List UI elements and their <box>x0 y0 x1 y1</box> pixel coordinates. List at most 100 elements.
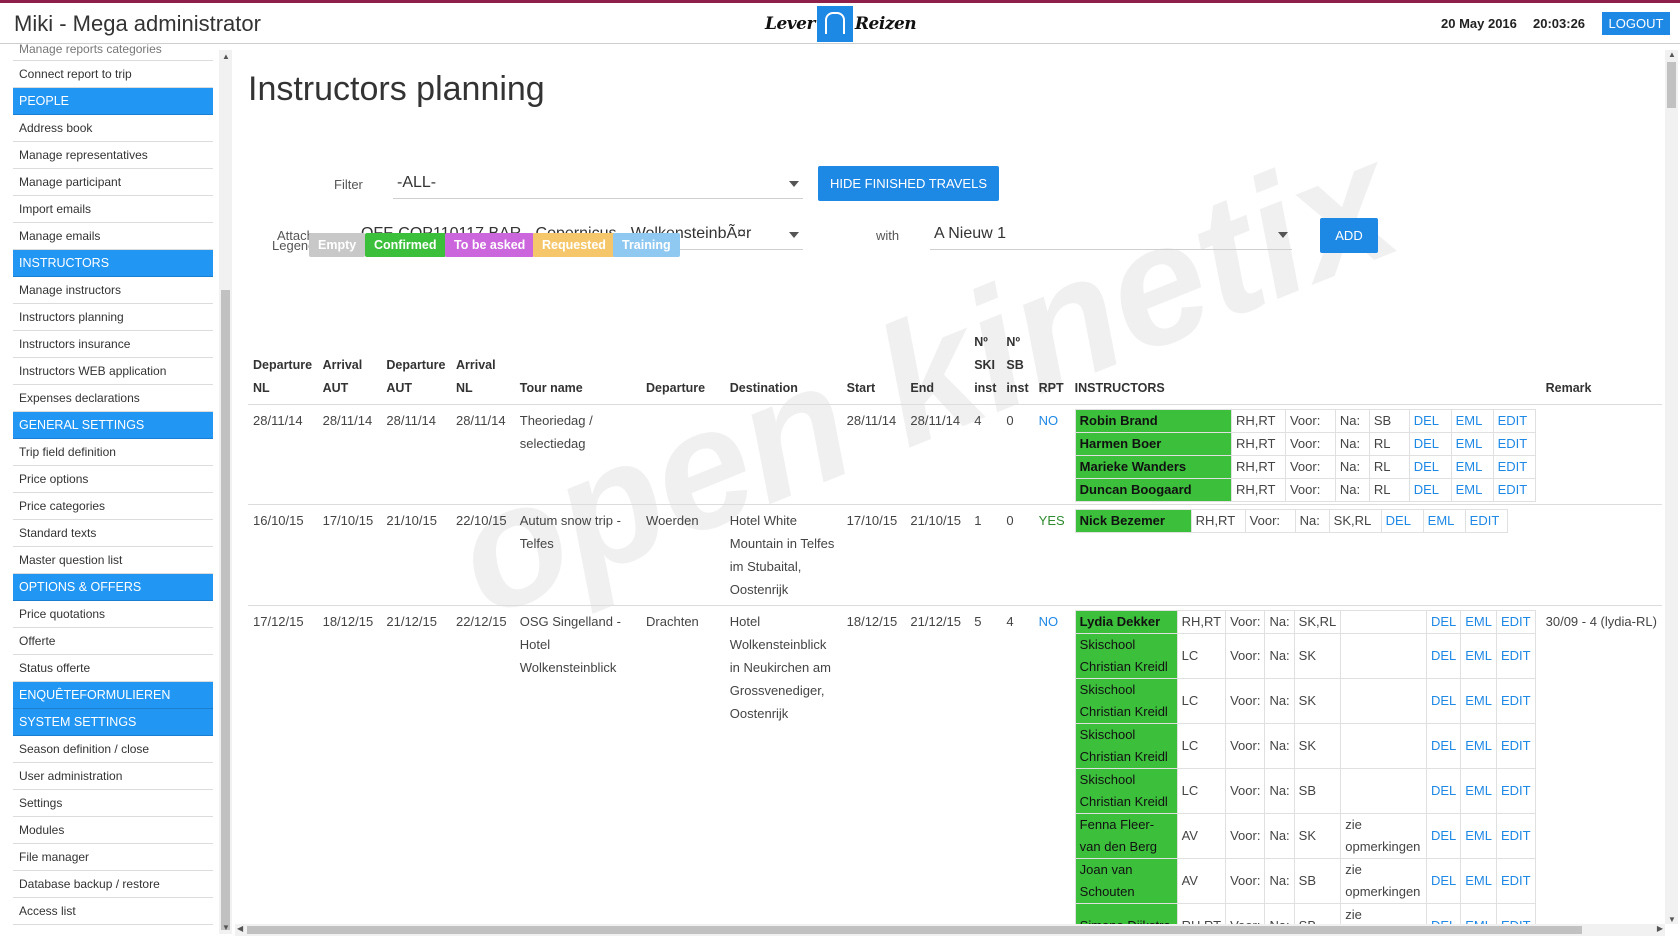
sidebar-item-status-offerte[interactable]: Status offerte <box>13 655 213 682</box>
sidebar-section-enqu-teformulieren[interactable]: ENQUÊTEFORMULIEREN <box>13 682 213 709</box>
instructor-name[interactable]: Robin Brand <box>1074 409 1233 433</box>
add-button[interactable]: ADD <box>1320 218 1378 253</box>
edit-link[interactable]: EDIT <box>1501 828 1531 843</box>
eml-link[interactable]: EML <box>1465 693 1492 708</box>
filter-select[interactable]: -ALL- <box>393 169 803 199</box>
sidebar-section-people[interactable]: PEOPLE <box>13 88 213 115</box>
del-link[interactable]: DEL <box>1386 513 1411 528</box>
sidebar-item-trip-field-definition[interactable]: Trip field definition <box>13 439 213 466</box>
instructor-name[interactable]: Skischool Christian Kreidl <box>1074 633 1178 679</box>
instructor-name[interactable]: Duncan Boogaard <box>1074 478 1233 502</box>
sidebar-item-settings[interactable]: Settings <box>13 790 213 817</box>
sidebar-item-price-quotations[interactable]: Price quotations <box>13 601 213 628</box>
eml-link[interactable]: EML <box>1456 413 1483 428</box>
sidebar-item-expenses-declarations[interactable]: Expenses declarations <box>13 385 213 412</box>
sidebar-item-modules[interactable]: Modules <box>13 817 213 844</box>
edit-link[interactable]: EDIT <box>1501 693 1531 708</box>
page-vertical-scrollbar[interactable]: ▲ ▼ <box>1665 50 1678 924</box>
del-link[interactable]: DEL <box>1414 459 1439 474</box>
sidebar-section-system-settings[interactable]: SYSTEM SETTINGS <box>13 709 213 736</box>
logout-button[interactable]: LOGOUT <box>1602 12 1670 35</box>
sidebar-item-connect-report-to-trip[interactable]: Connect report to trip <box>13 61 213 88</box>
del-link[interactable]: DEL <box>1431 738 1456 753</box>
eml-link[interactable]: EML <box>1456 459 1483 474</box>
del-link[interactable]: DEL <box>1431 828 1456 843</box>
del-link[interactable]: DEL <box>1431 873 1456 888</box>
sidebar-section-options-offers[interactable]: OPTIONS & OFFERS <box>13 574 213 601</box>
sidebar-item-manage-representatives[interactable]: Manage representatives <box>13 142 213 169</box>
instructor-name[interactable]: Skischool Christian Kreidl <box>1074 678 1178 724</box>
eml-link[interactable]: EML <box>1465 738 1492 753</box>
eml-link[interactable]: EML <box>1428 513 1455 528</box>
eml-link[interactable]: EML <box>1456 436 1483 451</box>
eml-link[interactable]: EML <box>1465 828 1492 843</box>
scroll-right-icon[interactable]: ▶ <box>1657 924 1663 933</box>
sidebar-scrollbar[interactable]: ▲ ▼ <box>219 50 232 934</box>
brand-logo[interactable]: Lever Reizen <box>765 6 917 42</box>
scroll-left-icon[interactable]: ◀ <box>237 924 243 933</box>
sidebar-scroll-thumb[interactable] <box>221 290 230 930</box>
instructor-name[interactable]: Harmen Boer <box>1074 432 1233 456</box>
page-horizontal-scrollbar[interactable]: ◀ ▶ <box>235 924 1665 936</box>
instructor-name[interactable]: Skischool Christian Kreidl <box>1074 768 1178 814</box>
edit-link[interactable]: EDIT <box>1470 513 1500 528</box>
hide-finished-travels-button[interactable]: HIDE FINISHED TRAVELS <box>818 166 999 201</box>
instructor-name[interactable]: Marieke Wanders <box>1074 455 1233 479</box>
sidebar-item-manage-participant[interactable]: Manage participant <box>13 169 213 196</box>
page-scroll-thumb[interactable] <box>1667 62 1676 108</box>
scroll-up-icon[interactable]: ▲ <box>222 52 230 61</box>
sidebar-section-general-settings[interactable]: GENERAL SETTINGS <box>13 412 213 439</box>
sidebar-item-master-question-list[interactable]: Master question list <box>13 547 213 574</box>
del-link[interactable]: DEL <box>1431 693 1456 708</box>
sidebar-section-instructors[interactable]: INSTRUCTORS <box>13 250 213 277</box>
edit-link[interactable]: EDIT <box>1501 648 1531 663</box>
instructor-name[interactable]: Nick Bezemer <box>1074 509 1192 533</box>
edit-link[interactable]: EDIT <box>1501 783 1531 798</box>
sidebar-item-access-list[interactable]: Access list <box>13 898 213 925</box>
sidebar-item-address-book[interactable]: Address book <box>13 115 213 142</box>
edit-link[interactable]: EDIT <box>1501 738 1531 753</box>
instructor-name[interactable]: Joan van Schouten <box>1074 858 1178 904</box>
sidebar-item-manage-instructors[interactable]: Manage instructors <box>13 277 213 304</box>
sidebar-item-import-emails[interactable]: Import emails <box>13 196 213 223</box>
eml-link[interactable]: EML <box>1465 783 1492 798</box>
del-link[interactable]: DEL <box>1414 436 1439 451</box>
edit-link[interactable]: EDIT <box>1498 413 1528 428</box>
sidebar-item-standard-texts[interactable]: Standard texts <box>13 520 213 547</box>
sidebar-item-manage-reports-categories[interactable]: Manage reports categories <box>13 44 213 61</box>
page-hscroll-thumb[interactable] <box>247 926 1582 934</box>
edit-link[interactable]: EDIT <box>1498 459 1528 474</box>
del-link[interactable]: DEL <box>1431 783 1456 798</box>
eml-link[interactable]: EML <box>1456 482 1483 497</box>
sidebar-item-instructors-insurance[interactable]: Instructors insurance <box>13 331 213 358</box>
scroll-up-icon[interactable]: ▲ <box>1668 50 1676 59</box>
sidebar-item-price-categories[interactable]: Price categories <box>13 493 213 520</box>
del-link[interactable]: DEL <box>1414 482 1439 497</box>
del-link[interactable]: DEL <box>1431 614 1456 629</box>
sidebar-item-offerte[interactable]: Offerte <box>13 628 213 655</box>
eml-link[interactable]: EML <box>1465 648 1492 663</box>
instructor-name[interactable]: Lydia Dekker <box>1074 610 1178 634</box>
sidebar-item-database-backup-restore[interactable]: Database backup / restore <box>13 871 213 898</box>
eml-link[interactable]: EML <box>1465 614 1492 629</box>
instructor-name[interactable]: Skischool Christian Kreidl <box>1074 723 1178 769</box>
scroll-down-icon[interactable]: ▼ <box>1668 915 1676 924</box>
edit-link[interactable]: EDIT <box>1498 436 1528 451</box>
edit-link[interactable]: EDIT <box>1501 614 1531 629</box>
edit-link[interactable]: EDIT <box>1501 873 1531 888</box>
eml-link[interactable]: EML <box>1465 873 1492 888</box>
with-select[interactable]: A Nieuw 1 <box>930 220 1292 250</box>
sidebar-item-instructors-planning[interactable]: Instructors planning <box>13 304 213 331</box>
scroll-down-icon[interactable]: ▼ <box>222 923 230 932</box>
sidebar-item-user-administration[interactable]: User administration <box>13 763 213 790</box>
sidebar-item-manage-emails[interactable]: Manage emails <box>13 223 213 250</box>
sidebar-item-file-manager[interactable]: File manager <box>13 844 213 871</box>
sidebar-item-instructors-web-application[interactable]: Instructors WEB application <box>13 358 213 385</box>
edit-link[interactable]: EDIT <box>1498 482 1528 497</box>
instructor-name[interactable]: Simone Dijkstra <box>1074 903 1178 924</box>
instructor-name[interactable]: Fenna Fleer- van den Berg <box>1074 813 1178 859</box>
sidebar-item-season-definition-close[interactable]: Season definition / close <box>13 736 213 763</box>
sidebar-item-price-options[interactable]: Price options <box>13 466 213 493</box>
del-link[interactable]: DEL <box>1414 413 1439 428</box>
del-link[interactable]: DEL <box>1431 648 1456 663</box>
